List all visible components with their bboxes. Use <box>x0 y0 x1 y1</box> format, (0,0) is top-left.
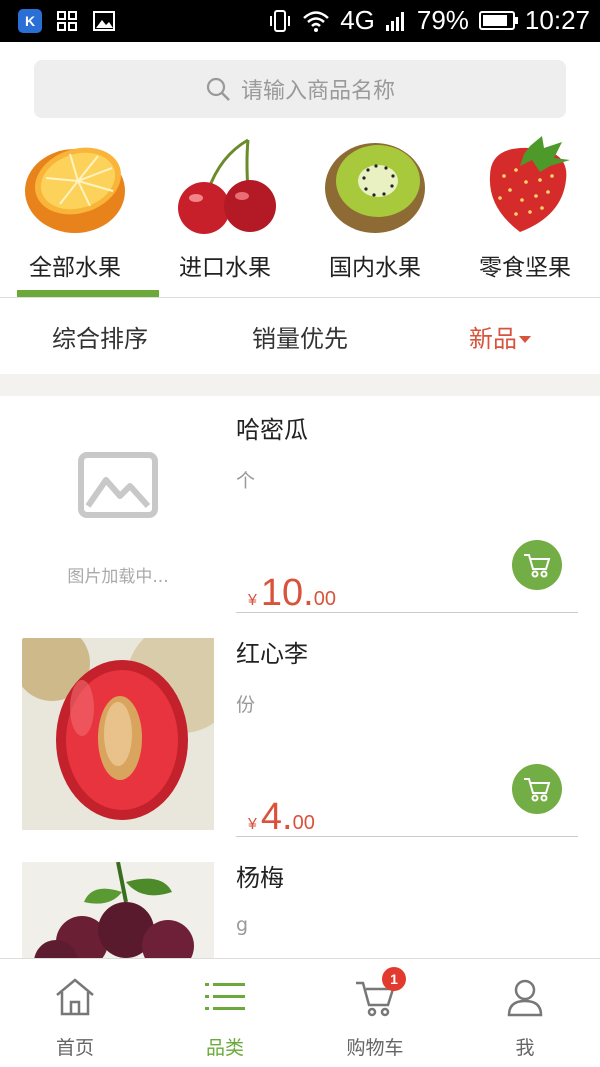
battery-percent: 79% <box>416 5 469 35</box>
category-label: 全部水果 <box>29 255 121 281</box>
product-item[interactable]: 杨梅 g <box>0 844 600 958</box>
image-icon <box>93 11 115 31</box>
item-divider <box>236 836 578 837</box>
category-domestic-fruits[interactable]: 国内水果 <box>300 130 450 298</box>
price-integer: 4. <box>260 796 293 838</box>
list-icon <box>205 983 245 1010</box>
bayberry-photo <box>22 862 214 958</box>
sort-bar: 综合排序 销量优先 新品 <box>0 298 600 374</box>
grid-icon <box>57 11 77 31</box>
price-decimal: 00 <box>292 812 315 834</box>
product-list[interactable]: 图片加载中... 哈密瓜 个 ¥10.00 红心李 份 ¥4.00 杨梅 g <box>0 396 600 958</box>
active-tab-indicator <box>17 290 159 297</box>
nav-label: 我 <box>515 1037 535 1059</box>
search-input[interactable]: 请输入商品名称 <box>34 60 566 118</box>
category-tabs: 全部水果 进口水果 国内水果 零食坚果 <box>0 130 600 298</box>
sort-sales[interactable]: 销量优先 <box>200 319 400 354</box>
category-label: 国内水果 <box>329 255 421 281</box>
vibrate-icon <box>270 9 291 32</box>
cherry-icon <box>178 138 276 234</box>
product-unit: g <box>236 914 249 936</box>
image-loading-text: 图片加载中... <box>67 567 169 587</box>
product-item[interactable]: 红心李 份 ¥4.00 <box>0 620 600 845</box>
cart-badge: 1 <box>382 967 406 991</box>
network-type: 4G <box>340 5 375 35</box>
price-integer: 10. <box>260 572 314 614</box>
nav-home[interactable]: 首页 <box>0 959 150 1067</box>
category-label: 进口水果 <box>179 255 271 281</box>
image-placeholder-icon <box>78 452 158 518</box>
search-placeholder: 请输入商品名称 <box>240 79 395 104</box>
home-icon <box>56 978 94 1016</box>
search-area: 请输入商品名称 <box>0 42 600 130</box>
category-label: 零食坚果 <box>479 255 571 281</box>
product-name: 哈密瓜 <box>236 416 308 444</box>
category-imported-fruits[interactable]: 进口水果 <box>150 130 300 298</box>
battery-icon <box>478 11 518 30</box>
price-decimal: 00 <box>313 588 336 610</box>
product-price: ¥10.00 <box>248 572 336 615</box>
wifi-icon <box>303 10 330 32</box>
caret-down-icon <box>519 336 531 343</box>
image-placeholder: 图片加载中... <box>22 414 214 606</box>
signal-icon <box>385 11 404 31</box>
strawberry-icon <box>489 136 570 232</box>
currency-symbol: ¥ <box>248 816 257 833</box>
orange-icon <box>25 147 125 233</box>
cart-icon <box>524 554 551 578</box>
bottom-navigation: 首页 品类 1 购物车 我 <box>0 958 600 1067</box>
nav-me[interactable]: 我 <box>450 959 600 1067</box>
search-icon <box>206 77 230 101</box>
product-unit: 份 <box>236 694 256 716</box>
product-name: 红心李 <box>236 640 308 668</box>
clock: 10:27 <box>524 5 590 35</box>
currency-symbol: ¥ <box>248 592 257 609</box>
app-k-icon: K <box>18 9 42 33</box>
sort-new[interactable]: 新品 <box>400 319 600 354</box>
add-to-cart-button[interactable] <box>512 540 562 590</box>
item-divider <box>236 612 578 613</box>
sort-comprehensive[interactable]: 综合排序 <box>0 319 200 354</box>
category-all-fruits[interactable]: 全部水果 <box>0 130 159 298</box>
product-unit: 个 <box>236 470 256 492</box>
cart-icon <box>524 778 551 802</box>
product-price: ¥4.00 <box>248 796 315 839</box>
product-name: 杨梅 <box>236 864 284 892</box>
plum-photo <box>22 638 214 830</box>
sort-new-label: 新品 <box>469 324 517 353</box>
kiwi-icon <box>325 143 425 233</box>
nav-label: 购物车 <box>346 1037 404 1059</box>
status-bar: K 4G 79% 10:27 <box>0 0 600 42</box>
product-item[interactable]: 图片加载中... 哈密瓜 个 ¥10.00 <box>0 396 600 621</box>
section-gap <box>0 374 600 396</box>
nav-cart[interactable]: 1 购物车 <box>300 959 450 1067</box>
category-snacks-nuts[interactable]: 零食坚果 <box>450 130 600 298</box>
user-icon <box>507 979 543 1017</box>
nav-category[interactable]: 品类 <box>150 959 300 1067</box>
nav-label: 首页 <box>55 1037 94 1059</box>
nav-label: 品类 <box>205 1037 244 1059</box>
add-to-cart-button[interactable] <box>512 764 562 814</box>
